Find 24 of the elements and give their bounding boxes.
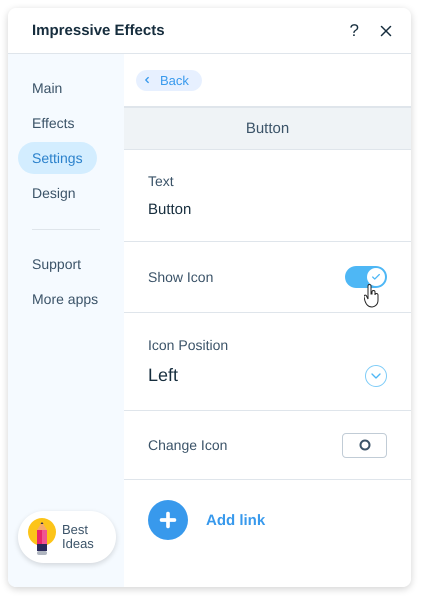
toggle-switch[interactable] xyxy=(345,266,387,288)
text-value[interactable]: Button xyxy=(148,201,387,218)
icon-picker-button[interactable] xyxy=(342,432,387,458)
chevron-down-icon[interactable] xyxy=(365,364,387,386)
pencil-icon xyxy=(28,518,56,556)
field-label: Change Icon xyxy=(148,437,228,453)
circle-icon xyxy=(358,439,370,451)
sidebar-item[interactable]: Support xyxy=(18,248,96,280)
sidebar-item[interactable]: Design xyxy=(18,177,90,209)
check-icon xyxy=(371,272,381,282)
plus-icon[interactable] xyxy=(148,500,188,540)
section-header: Button xyxy=(124,106,411,150)
sidebar-item[interactable]: Effects xyxy=(18,107,89,139)
field-label: Icon Position xyxy=(148,336,230,352)
field-label: Text xyxy=(148,173,175,189)
help-button[interactable]: ? xyxy=(346,20,363,40)
chevron-left-icon xyxy=(142,75,152,85)
toggle-label: Show Icon xyxy=(148,269,214,285)
hand-cursor-icon xyxy=(364,284,380,308)
sidebar-item[interactable]: Main xyxy=(18,72,76,104)
best-ideas-badge[interactable]: Best Ideas xyxy=(18,511,116,563)
sidebar-item[interactable]: More apps xyxy=(18,283,112,315)
dropdown-value[interactable]: Left xyxy=(148,365,178,386)
window-title: Impressive Effects xyxy=(32,22,166,39)
